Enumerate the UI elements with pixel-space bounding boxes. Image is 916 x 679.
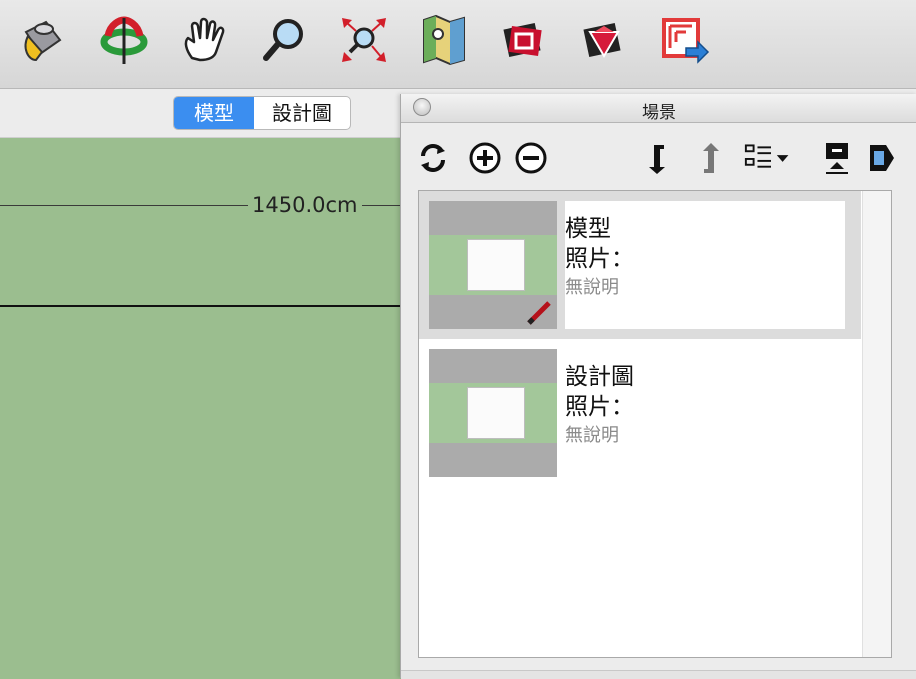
floor-plan-thumbnail	[467, 387, 525, 439]
paint-bucket-icon[interactable]	[14, 12, 70, 68]
scene-list-scrollbar[interactable]	[862, 191, 891, 657]
tab-model[interactable]: 模型	[174, 97, 254, 129]
scene-item-design[interactable]: 設計圖 照片： 無說明	[419, 339, 861, 487]
add-location-icon[interactable]	[416, 12, 472, 68]
scene-list: 模型 照片： 無說明 設計圖 照片： 無說明	[418, 190, 892, 658]
scene-description: 無說明	[565, 425, 619, 446]
panel-title: 場景	[642, 103, 676, 123]
pan-hand-icon[interactable]	[176, 12, 232, 68]
scene-description: 無說明	[565, 277, 619, 298]
move-down-icon[interactable]	[641, 140, 677, 176]
extension-warehouse-icon[interactable]	[576, 12, 632, 68]
scene-name: 設計圖	[565, 364, 634, 390]
scene-info: 設計圖 照片： 無說明	[565, 349, 845, 477]
refresh-icon[interactable]	[415, 140, 451, 176]
scene-photo-label: 照片：	[565, 246, 634, 272]
panel-titlebar: 場景	[401, 94, 916, 123]
dimension-label: 1450.0cm	[252, 193, 358, 217]
add-scene-icon[interactable]	[467, 140, 503, 176]
zoom-extents-icon[interactable]	[336, 12, 392, 68]
3d-warehouse-icon[interactable]	[496, 12, 552, 68]
orbit-icon[interactable]	[96, 12, 152, 68]
dimension-line-right	[362, 205, 402, 206]
model-edge	[0, 305, 402, 307]
scenes-panel: 場景 模型 照片： 無說明 設計圖 照片： 無說明	[400, 94, 916, 679]
pencil-icon	[527, 301, 551, 325]
scene-thumbnail	[429, 201, 557, 329]
dimension-line-left	[0, 205, 248, 206]
scene-thumbnail	[429, 349, 557, 477]
zoom-icon[interactable]	[256, 12, 312, 68]
thumbnail-toggle-icon[interactable]	[819, 140, 855, 176]
main-toolbar	[0, 0, 916, 89]
tab-design[interactable]: 設計圖	[254, 97, 350, 129]
layout-export-icon[interactable]	[656, 12, 712, 68]
scene-name: 模型	[565, 216, 611, 242]
details-toggle-icon[interactable]	[863, 140, 899, 176]
scene-info: 模型 照片： 無說明	[565, 201, 845, 329]
scene-photo-label: 照片：	[565, 394, 634, 420]
view-options-icon[interactable]	[741, 140, 801, 176]
scene-tabs: 模型 設計圖	[173, 96, 351, 130]
scene-item-model[interactable]: 模型 照片： 無說明	[419, 191, 861, 339]
floor-plan-thumbnail	[467, 239, 525, 291]
move-up-icon[interactable]	[691, 140, 727, 176]
remove-scene-icon[interactable]	[513, 140, 549, 176]
